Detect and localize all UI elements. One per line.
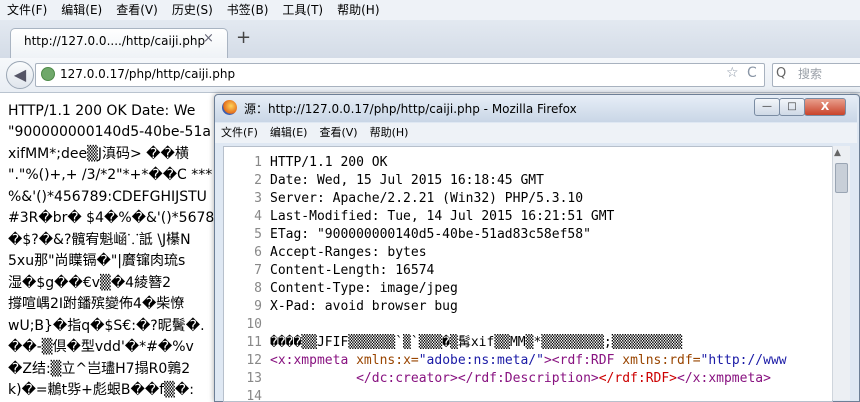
source-line: 3 Server: Apache/2.2.21 (Win32) PHP/5.3.1…: [224, 189, 583, 209]
url-text[interactable]: 127.0.0.17/php/http/caiji.php: [60, 65, 235, 83]
tab-close-icon[interactable]: ×: [203, 31, 214, 47]
menu-file[interactable]: 文件(F): [0, 0, 54, 20]
menu-edit[interactable]: 编辑(E): [54, 0, 109, 20]
menu-history[interactable]: 历史(S): [165, 0, 220, 20]
line-number: 8: [254, 281, 262, 296]
xml-tag: </rdf:Description>: [457, 371, 599, 386]
menu-help[interactable]: 帮助(H): [330, 0, 386, 20]
line-text: Content-Type: image/jpeg: [270, 281, 458, 296]
source-line: 5 ETag: "900000000140d5-40be-51ad83c58ef5…: [224, 225, 591, 245]
xml-value: "http://www: [700, 353, 787, 368]
reload-icon[interactable]: C: [747, 64, 757, 82]
maximize-button[interactable]: □: [779, 98, 805, 116]
bg-line: "."%()+,+ /3/*2"*+*��C ***: [8, 167, 213, 183]
vs-menu-file[interactable]: 文件(F): [215, 123, 264, 143]
minimize-button[interactable]: —: [754, 98, 780, 116]
line-text: HTTP/1.1 200 OK: [270, 155, 388, 170]
new-tab-button[interactable]: +: [236, 28, 251, 48]
source-line: 1 HTTP/1.1 200 OK: [224, 153, 387, 173]
vs-menu-edit[interactable]: 编辑(E): [264, 123, 314, 143]
xml-value: "adobe:ns:meta/": [418, 353, 544, 368]
bg-line: k)�=鶒t哛+彪蛝B��f▒�:: [8, 382, 194, 398]
line-number: 2: [254, 173, 262, 188]
xml-tag: <rdf:RDF: [551, 353, 615, 368]
xml-tag: <x:xmpmeta: [270, 353, 349, 368]
line-text: ETag: "900000000140d5-40be-51ad83c58ef58…: [270, 227, 591, 242]
source-line: 2 Date: Wed, 15 Jul 2015 16:18:45 GMT: [224, 171, 544, 191]
line-number: 12: [246, 353, 262, 368]
bg-line: ��-▒倶�型vdd'�*#�%v: [8, 339, 194, 355]
line-number: 11: [246, 335, 262, 350]
view-source-title: 源：http://127.0.0.17/php/http/caiji.php -…: [244, 102, 577, 116]
menu-bookmarks[interactable]: 书签(B): [220, 0, 276, 20]
bg-line: %&'()*456789:CDEFGHIJSTU: [8, 189, 207, 205]
bg-line: HTTP/1.1 200 OK Date: We: [8, 103, 196, 119]
line-number: 5: [254, 227, 262, 242]
xml-attr: xmlns:rdf=: [614, 353, 701, 368]
xml-tag: </x:xmpmeta>: [677, 371, 771, 386]
line-number: 4: [254, 209, 262, 224]
back-button[interactable]: ◀: [6, 61, 34, 89]
line-text: ����▒▒JFIF▒▒▒▒▒▒`▒`▒▒▒�▒髯xif▒▒MM▒*▒▒▒▒▒▒…: [270, 335, 683, 350]
bg-line: wU;B}�指q�$S€:�?昵鬢�.: [8, 318, 205, 334]
source-line: 10: [224, 315, 270, 335]
globe-icon: [41, 67, 55, 81]
xml-tag: </rdf:RDF>: [598, 371, 678, 386]
search-engine-icon: Q: [776, 66, 787, 81]
bg-line: xifMM*;dee▒J滇码> ��横: [8, 146, 189, 162]
close-button[interactable]: X: [804, 98, 846, 116]
source-line: 8 Content-Type: image/jpeg: [224, 279, 458, 299]
line-text: Accept-Ranges: bytes: [270, 245, 427, 260]
vs-menu-view[interactable]: 查看(V): [313, 123, 363, 143]
source-line: 6 Accept-Ranges: bytes: [224, 243, 427, 263]
bg-line: �Z结:▒立^岂璶H7搨R0鶉2: [8, 361, 191, 377]
source-line: 9 X-Pad: avoid browser bug: [224, 297, 458, 317]
menubar: 文件(F) 编辑(E) 查看(V) 历史(S) 书签(B) 工具(T) 帮助(H…: [0, 0, 860, 20]
bg-line: 撐喧嵎2I跗鐇殡變佈4�柴憭: [8, 296, 185, 312]
line-text: Date: Wed, 15 Jul 2015 16:18:45 GMT: [270, 173, 544, 188]
source-content[interactable]: 1 HTTP/1.1 200 OK 2 Date: Wed, 15 Jul 2015…: [223, 146, 833, 402]
bg-line: 湿�$g��€v▒�4綾簪2: [8, 275, 171, 291]
source-line: 4 Last-Modified: Tue, 14 Jul 2015 16:21:5…: [224, 207, 614, 227]
view-source-menubar: 文件(F) 编辑(E) 查看(V) 帮助(H): [215, 123, 857, 143]
xml-tag: >: [543, 353, 552, 368]
bg-line: "900000000140d5-40be-51a: [8, 124, 211, 140]
source-line: 7 Content-Length: 16574: [224, 261, 434, 281]
line-text: Server: Apache/2.2.21 (Win32) PHP/5.3.10: [270, 191, 584, 206]
menu-tools[interactable]: 工具(T): [275, 0, 330, 20]
bg-line: �$?�&?髖宥魁崡⸪詆 \J櫀N: [8, 232, 191, 248]
line-text: X-Pad: avoid browser bug: [270, 299, 458, 314]
line-number: 1: [254, 155, 262, 170]
line-number: 3: [254, 191, 262, 206]
source-scroll-thumb[interactable]: [835, 163, 848, 193]
bg-line: 5xu那"尚瞸镉�"|黂镩肉琉s: [8, 253, 186, 269]
star-icon[interactable]: ☆: [726, 64, 739, 82]
source-line: 13 </dc:creator></rdf:Description></rdf:…: [224, 369, 771, 389]
tab-title: http://127.0.0..../http/caiji.php: [24, 34, 206, 48]
search-placeholder: 搜索: [798, 67, 823, 81]
xml-attr: xmlns:x=: [348, 353, 419, 368]
line-number: 6: [254, 245, 262, 260]
scroll-up-icon[interactable]: ▲: [834, 147, 841, 159]
line-number: 13: [246, 371, 262, 386]
line-text: Content-Length: 16574: [270, 263, 435, 278]
line-text: Last-Modified: Tue, 14 Jul 2015 16:21:51…: [270, 209, 615, 224]
line-number: 9: [254, 299, 262, 314]
xml-tag: </dc:creator>: [356, 371, 458, 386]
line-number: 7: [254, 263, 262, 278]
firefox-icon: [222, 100, 237, 115]
bg-line: #3R�br� $4�%�&'()*5678: [8, 210, 215, 226]
vs-menu-help[interactable]: 帮助(H): [364, 123, 415, 143]
source-line: 11 ����▒▒JFIF▒▒▒▒▒▒`▒`▒▒▒�▒髯xif▒▒MM▒*▒▒▒▒…: [224, 333, 682, 353]
line-number: 10: [246, 317, 262, 332]
source-line: 12 <x:xmpmeta xmlns:x="adobe:ns:meta/"><r…: [224, 351, 787, 371]
menu-view[interactable]: 查看(V): [109, 0, 165, 20]
